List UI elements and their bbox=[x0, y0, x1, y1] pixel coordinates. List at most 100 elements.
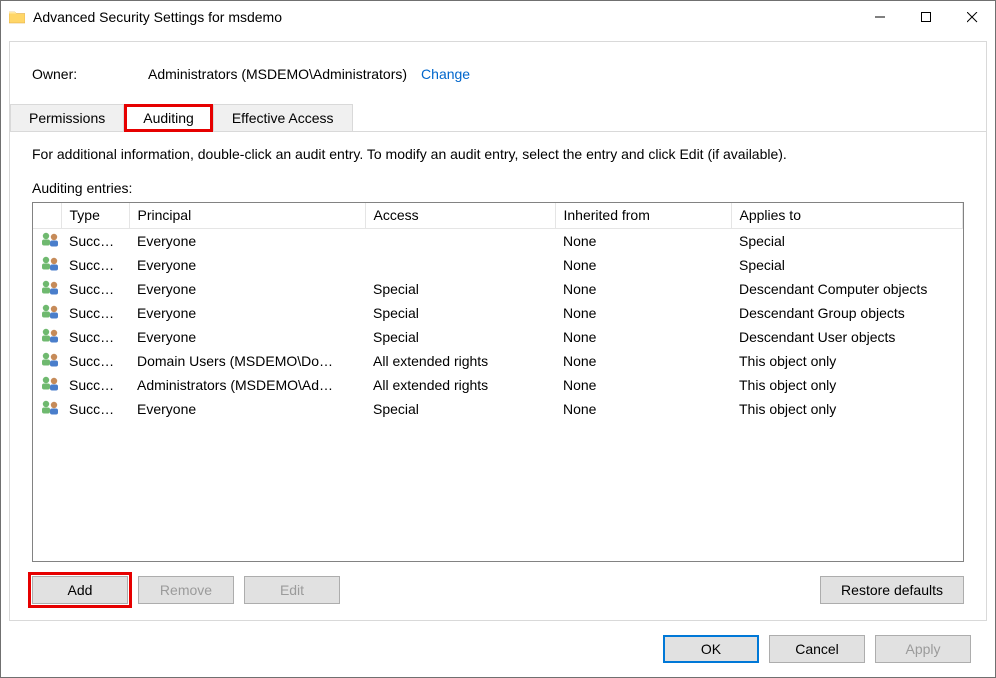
row-principal: Administrators (MSDEMO\Ad… bbox=[129, 373, 365, 397]
tab-permissions[interactable]: Permissions bbox=[10, 104, 124, 132]
row-icon-cell bbox=[33, 277, 61, 301]
row-inherited: None bbox=[555, 349, 731, 373]
row-applies: Descendant Computer objects bbox=[731, 277, 963, 301]
row-applies: Special bbox=[731, 253, 963, 277]
table-row[interactable]: Succ…Everyone NoneSpecial bbox=[33, 253, 963, 277]
row-type: Succ… bbox=[61, 301, 129, 325]
auditing-table[interactable]: Type Principal Access Inherited from App… bbox=[33, 203, 963, 421]
table-row[interactable]: Succ…EveryoneSpecialNoneDescendant Compu… bbox=[33, 277, 963, 301]
users-icon bbox=[41, 303, 61, 319]
table-row[interactable]: Succ…Everyone NoneSpecial bbox=[33, 229, 963, 253]
auditing-table-wrap: Type Principal Access Inherited from App… bbox=[32, 202, 964, 562]
col-header-icon[interactable] bbox=[33, 203, 61, 229]
row-applies: This object only bbox=[731, 397, 963, 421]
entries-label: Auditing entries: bbox=[32, 180, 964, 196]
titlebar: Advanced Security Settings for msdemo bbox=[1, 1, 995, 33]
window-controls bbox=[857, 1, 995, 33]
row-applies: Descendant User objects bbox=[731, 325, 963, 349]
info-text: For additional information, double-click… bbox=[32, 146, 964, 162]
row-icon-cell bbox=[33, 253, 61, 277]
remove-button: Remove bbox=[138, 576, 234, 604]
users-icon bbox=[41, 327, 61, 343]
apply-button: Apply bbox=[875, 635, 971, 663]
users-icon bbox=[41, 351, 61, 367]
table-row[interactable]: Succ…Domain Users (MSDEMO\Do…All extende… bbox=[33, 349, 963, 373]
tab-effective-access[interactable]: Effective Access bbox=[213, 104, 353, 132]
row-principal: Everyone bbox=[129, 229, 365, 253]
row-principal: Everyone bbox=[129, 301, 365, 325]
col-header-principal[interactable]: Principal bbox=[129, 203, 365, 229]
owner-label: Owner: bbox=[32, 66, 148, 82]
tab-strip: Permissions Auditing Effective Access bbox=[10, 104, 986, 132]
row-applies: This object only bbox=[731, 349, 963, 373]
row-icon-cell bbox=[33, 349, 61, 373]
row-type: Succ… bbox=[61, 253, 129, 277]
table-row[interactable]: Succ…Administrators (MSDEMO\Ad…All exten… bbox=[33, 373, 963, 397]
tab-auditing[interactable]: Auditing bbox=[124, 104, 213, 132]
row-type: Succ… bbox=[61, 277, 129, 301]
minimize-button[interactable] bbox=[857, 1, 903, 33]
row-principal: Domain Users (MSDEMO\Do… bbox=[129, 349, 365, 373]
owner-value: Administrators (MSDEMO\Administrators) bbox=[148, 66, 407, 82]
content-panel: Owner: Administrators (MSDEMO\Administra… bbox=[9, 41, 987, 621]
row-access: Special bbox=[365, 277, 555, 301]
add-button[interactable]: Add bbox=[32, 576, 128, 604]
cancel-button[interactable]: Cancel bbox=[769, 635, 865, 663]
owner-change-link[interactable]: Change bbox=[421, 66, 470, 82]
row-type: Succ… bbox=[61, 349, 129, 373]
window-title: Advanced Security Settings for msdemo bbox=[33, 9, 857, 25]
row-icon-cell bbox=[33, 229, 61, 253]
users-icon bbox=[41, 255, 61, 271]
entry-buttons-row: Add Remove Edit Restore defaults bbox=[32, 576, 964, 604]
col-header-inherited[interactable]: Inherited from bbox=[555, 203, 731, 229]
owner-row: Owner: Administrators (MSDEMO\Administra… bbox=[10, 42, 986, 104]
row-access: All extended rights bbox=[365, 349, 555, 373]
security-settings-window: Advanced Security Settings for msdemo Ow… bbox=[0, 0, 996, 678]
table-row[interactable]: Succ…EveryoneSpecialNoneDescendant Group… bbox=[33, 301, 963, 325]
table-row[interactable]: Succ…EveryoneSpecialNoneThis object only bbox=[33, 397, 963, 421]
users-icon bbox=[41, 375, 61, 391]
col-header-applies[interactable]: Applies to bbox=[731, 203, 963, 229]
table-row[interactable]: Succ…EveryoneSpecialNoneDescendant User … bbox=[33, 325, 963, 349]
row-inherited: None bbox=[555, 229, 731, 253]
row-inherited: None bbox=[555, 373, 731, 397]
row-access: Special bbox=[365, 397, 555, 421]
row-type: Succ… bbox=[61, 325, 129, 349]
row-applies: This object only bbox=[731, 373, 963, 397]
dialog-buttons: OK Cancel Apply bbox=[9, 621, 987, 677]
content-outer: Owner: Administrators (MSDEMO\Administra… bbox=[1, 33, 995, 677]
edit-button: Edit bbox=[244, 576, 340, 604]
ok-button[interactable]: OK bbox=[663, 635, 759, 663]
row-principal: Everyone bbox=[129, 253, 365, 277]
row-icon-cell bbox=[33, 397, 61, 421]
row-applies: Descendant Group objects bbox=[731, 301, 963, 325]
row-principal: Everyone bbox=[129, 325, 365, 349]
row-type: Succ… bbox=[61, 229, 129, 253]
row-inherited: None bbox=[555, 253, 731, 277]
row-applies: Special bbox=[731, 229, 963, 253]
col-header-type[interactable]: Type bbox=[61, 203, 129, 229]
users-icon bbox=[41, 279, 61, 295]
row-access: All extended rights bbox=[365, 373, 555, 397]
row-icon-cell bbox=[33, 325, 61, 349]
row-inherited: None bbox=[555, 301, 731, 325]
row-inherited: None bbox=[555, 325, 731, 349]
close-button[interactable] bbox=[949, 1, 995, 33]
row-icon-cell bbox=[33, 373, 61, 397]
row-type: Succ… bbox=[61, 373, 129, 397]
row-type: Succ… bbox=[61, 397, 129, 421]
tab-body: For additional information, double-click… bbox=[10, 132, 986, 620]
table-header-row: Type Principal Access Inherited from App… bbox=[33, 203, 963, 229]
maximize-button[interactable] bbox=[903, 1, 949, 33]
row-access: Special bbox=[365, 325, 555, 349]
row-access bbox=[365, 253, 555, 277]
col-header-access[interactable]: Access bbox=[365, 203, 555, 229]
folder-icon bbox=[9, 10, 25, 24]
row-principal: Everyone bbox=[129, 277, 365, 301]
row-access bbox=[365, 229, 555, 253]
users-icon bbox=[41, 231, 61, 247]
row-icon-cell bbox=[33, 301, 61, 325]
users-icon bbox=[41, 399, 61, 415]
row-access: Special bbox=[365, 301, 555, 325]
restore-defaults-button[interactable]: Restore defaults bbox=[820, 576, 964, 604]
